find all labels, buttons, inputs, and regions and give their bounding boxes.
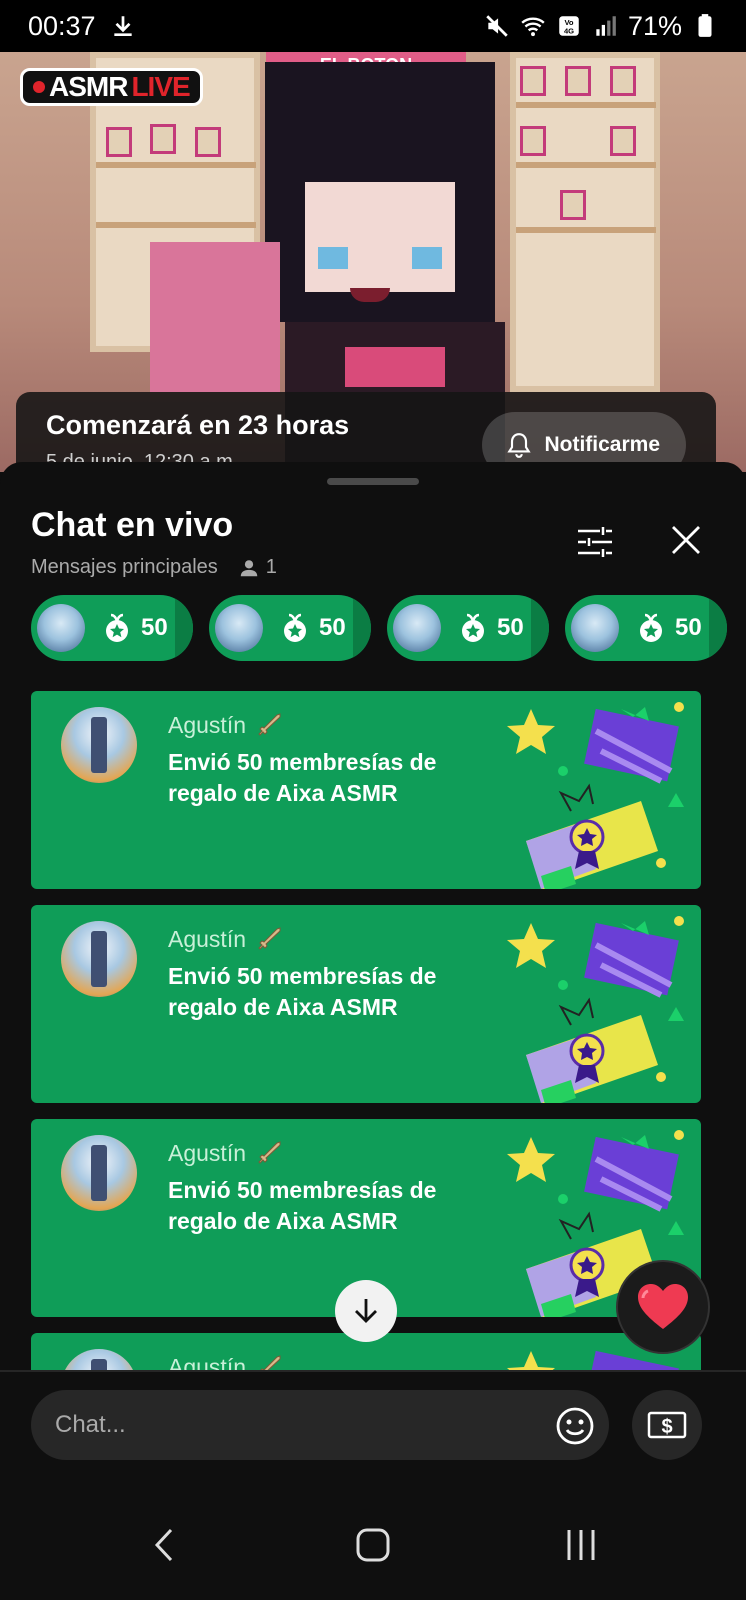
chat-subtitle: Mensajes principales 1 (31, 556, 277, 579)
gift-pill[interactable]: 50 (565, 595, 727, 661)
super-chat-button[interactable]: $ (632, 1390, 702, 1460)
author-name: Agustín (168, 925, 246, 952)
mute-icon (486, 15, 508, 37)
avatar (571, 604, 619, 652)
back-icon[interactable] (140, 1520, 190, 1570)
battery-percent: 71% (627, 10, 682, 41)
gift-pill[interactable]: 50 (31, 595, 193, 661)
gift-illustration (507, 916, 684, 1103)
gift-pills-row: 50 50 50 50 (31, 595, 727, 661)
avatar[interactable] (61, 921, 137, 997)
heart-icon (638, 1284, 688, 1329)
chat-input-placeholder: Chat... (55, 1411, 126, 1438)
status-bar: 00:37 Vo 4G 71% (0, 0, 746, 52)
upcoming-banner: Comenzará en 23 horas 5 de junio, 12:30 … (16, 392, 716, 472)
gift-message-card[interactable]: Agustín Envió 50 membresías de regalo de… (31, 691, 701, 889)
gift-count: 50 (319, 614, 346, 641)
gift-pill[interactable]: 50 (387, 595, 549, 661)
message-text: Envió 50 membresías de regalo de Aixa AS… (168, 749, 437, 806)
avatar (37, 604, 85, 652)
shelf-board (516, 102, 656, 108)
figure-box (106, 127, 132, 157)
arrow-down-icon (355, 1299, 377, 1323)
shelf-board (96, 162, 256, 168)
message-author[interactable]: Agustín (168, 925, 284, 953)
message-author[interactable]: Agustín (168, 1139, 284, 1167)
figure-box (565, 66, 591, 96)
chat-input[interactable]: Chat... (31, 1390, 609, 1460)
svg-text:Vo: Vo (564, 18, 573, 27)
recents-icon[interactable] (556, 1520, 606, 1570)
chat-mode-selector[interactable]: Mensajes principales (31, 556, 218, 579)
gift-badge-icon (640, 613, 662, 642)
gift-badge-icon (284, 613, 306, 642)
svg-text:4G: 4G (564, 27, 574, 36)
logo-text-asmr: ASMR (49, 71, 128, 102)
sword-badge-icon (258, 927, 281, 950)
chat-title: Chat en vivo (31, 506, 234, 544)
figure-box (150, 124, 176, 154)
gift-count: 50 (497, 614, 524, 641)
live-dot-icon (33, 81, 45, 93)
message-text: Envió 50 membresías de regalo de Aixa AS… (168, 963, 437, 1020)
gift-count: 50 (141, 614, 168, 641)
author-name: Agustín (168, 711, 246, 738)
close-icon[interactable] (668, 522, 704, 558)
viewer-count-value: 1 (265, 556, 277, 578)
avatar (215, 604, 263, 652)
gift-count: 50 (675, 614, 702, 641)
shelf-board (516, 227, 656, 233)
figure-box (610, 126, 636, 156)
shelf-board (516, 162, 656, 168)
avatar[interactable] (61, 707, 137, 783)
character-eye (318, 247, 348, 269)
figure-box (520, 66, 546, 96)
battery-icon (698, 14, 712, 37)
home-icon[interactable] (348, 1520, 398, 1570)
sword-badge-icon (258, 713, 281, 736)
avatar[interactable] (61, 1135, 137, 1211)
download-icon (113, 16, 132, 37)
notify-label: Notificarme (544, 433, 660, 456)
app-screen: 00:37 Vo4G 71% EL BOTON (0, 0, 746, 1600)
character-arm (150, 242, 280, 392)
logo-text-live: LIVE (131, 71, 190, 102)
live-chat-panel: Chat en vivo Mensajes principales 1 50 5… (0, 462, 746, 1600)
shelf-board (96, 222, 256, 228)
person-icon (240, 559, 258, 576)
svg-text:$: $ (661, 1416, 672, 1438)
character-eye (412, 247, 442, 269)
author-name: Agustín (168, 1139, 246, 1166)
tune-icon[interactable] (576, 526, 614, 558)
reaction-button[interactable] (616, 1260, 710, 1354)
gift-illustration (507, 702, 684, 889)
sword-badge-icon (258, 1141, 281, 1164)
figure-box (520, 126, 546, 156)
wifi-icon (521, 17, 545, 37)
video-player[interactable]: EL BOTON ASMR LIVE Comenzará en 23 horas… (0, 52, 746, 472)
gift-pill[interactable]: 50 (209, 595, 371, 661)
drag-handle[interactable] (327, 478, 419, 485)
scroll-to-bottom-button[interactable] (335, 1280, 397, 1342)
figure-box (560, 190, 586, 220)
character-face (305, 182, 455, 292)
signal-icon (596, 16, 616, 36)
gift-message-card[interactable]: Agustín Envió 50 membresías de regalo de… (31, 905, 701, 1103)
channel-logo: ASMR LIVE (20, 68, 203, 106)
bell-icon (507, 433, 532, 458)
avatar (393, 604, 441, 652)
message-author[interactable]: Agustín (168, 711, 284, 739)
volte-icon: Vo4G (559, 16, 579, 36)
gift-badge-icon (106, 613, 128, 642)
viewer-count: 1 (238, 556, 277, 579)
message-text: Envió 50 membresías de regalo de Aixa AS… (168, 1177, 437, 1234)
figure-box (610, 66, 636, 96)
status-time: 00:37 (28, 10, 96, 41)
figure-box (195, 127, 221, 157)
gift-badge-icon (462, 613, 484, 642)
dollar-bill-icon: $ (647, 1411, 687, 1439)
system-nav-bar (0, 1490, 746, 1600)
emoji-icon[interactable] (555, 1406, 595, 1446)
